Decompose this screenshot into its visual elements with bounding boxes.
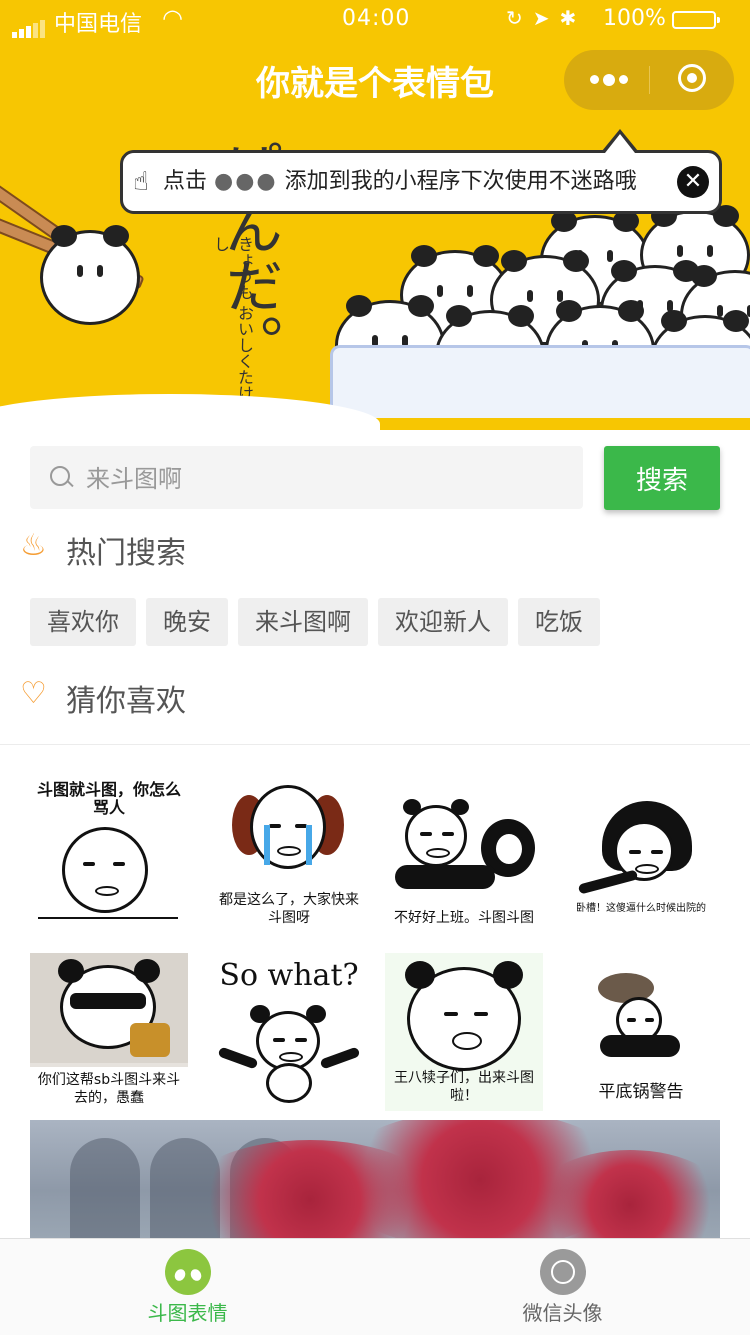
bowl-illustration [330,345,750,418]
tab-label: 微信头像 [522,1301,603,1325]
avatar-face-icon [540,1249,586,1295]
meme-line [38,917,178,919]
tip-prefix: 点击 [163,169,208,194]
hot-tag[interactable]: 吃饭 [518,598,600,646]
panda-arm [217,1046,259,1070]
wifi-icon: ◠ [162,4,183,32]
meme-item[interactable]: 不好好上班。斗图斗图 [385,775,543,933]
panda-arms [395,865,495,889]
meme-item[interactable]: 都是这么了，大家快来斗图呀 [210,775,368,933]
panda-ear [493,961,523,989]
panda-ear [451,799,469,815]
status-bar: 中国电信 ◠ 04:00 ↻➤✱ 100% [0,0,750,40]
tooltip-arrow-inner [605,134,635,153]
meme-caption: 平底锅警告 [598,1082,684,1102]
more-menu-icon[interactable] [588,66,632,94]
flame-icon: ♨ [20,528,47,563]
tip-text: 点击 ●●● 添加到我的小程序下次使用不迷路哦 [163,153,637,211]
meme-caption: 你们这帮sb斗图斗来斗去的，愚蠢 [30,1067,188,1111]
meme-caption: 不好好上班。斗图斗图 [394,910,534,926]
panda-body [600,1035,680,1057]
system-icons: ↻➤✱ [506,6,587,30]
arch-shape [70,1138,140,1238]
hot-tag[interactable]: 来斗图啊 [238,598,368,646]
alien-face-icon [165,1249,211,1295]
meme-item-photo[interactable] [30,1120,720,1238]
close-miniprogram-icon[interactable] [678,64,706,92]
miniprogram-capsule [564,50,734,110]
tears [264,825,270,865]
hot-tag[interactable]: 欢迎新人 [378,598,508,646]
meme-face [493,831,525,867]
tip-suffix: 添加到我的小程序下次使用不迷路哦 [284,169,637,194]
meme-item[interactable]: 斗图就斗图，你怎么骂人 [30,775,188,933]
search-button[interactable]: 搜索 [604,446,720,510]
meme-caption: So what? [219,958,359,993]
sunglasses [70,993,146,1009]
search-bar [30,446,583,511]
panda-ear [134,959,160,983]
panda-ear [58,959,84,983]
meme-caption: 都是这么了，大家快来斗图呀 [219,892,359,926]
section-divider [0,744,750,745]
banner-wave [0,394,380,430]
hot-tags: 喜欢你 晚安 来斗图啊 欢迎新人 吃饭 [30,598,610,646]
tab-avatar[interactable]: 微信头像 [375,1239,750,1335]
carrier-name: 中国电信 [54,12,143,37]
capsule-divider [649,66,650,94]
hot-tag[interactable]: 喜欢你 [30,598,136,646]
close-tip-button[interactable]: ✕ [677,166,709,198]
search-icon [50,466,70,486]
panda-ear [306,1005,326,1023]
meme-item[interactable]: 卧槽！这傻逼什么时候出院的 [562,775,720,933]
hand-pointer-icon: ☝ [133,167,149,197]
meme-item[interactable]: So what? [210,953,368,1111]
meme-item[interactable]: 你们这帮sb斗图斗来斗去的，愚蠢 [30,953,188,1111]
tab-bar: 斗图表情 微信头像 [0,1238,750,1335]
tab-doutu[interactable]: 斗图表情 [0,1239,375,1335]
meme-face [62,827,148,913]
panda-ear [405,961,435,989]
panda-body [266,1063,312,1103]
guess-title: 猜你喜欢 [66,684,186,719]
meme-item[interactable]: 王八犊子们，出来斗图啦！ [385,953,543,1111]
tab-label: 斗图表情 [147,1301,228,1325]
meme-caption: 卧槽！这傻逼什么时候出院的 [576,903,706,914]
add-to-miniprogram-tip: ☝ 点击 ●●● 添加到我的小程序下次使用不迷路哦 ✕ [120,150,722,214]
meme-caption: 王八犊子们，出来斗图啦！ [394,1070,534,1104]
snack-bag [130,1023,170,1057]
pointing-arm [577,869,639,895]
battery-percent: 100% [603,6,666,31]
status-time: 04:00 [342,6,411,31]
tip-dots: ●●● [214,169,278,194]
panda-arm [319,1046,361,1070]
tears [306,825,312,865]
hot-tag[interactable]: 晚安 [146,598,228,646]
panda-ear [250,1005,270,1023]
meme-face [250,785,326,869]
panda-ear [403,799,421,815]
search-input[interactable] [84,446,568,511]
signal-icon [12,13,47,38]
panda-illustration [40,225,140,325]
battery-icon [672,11,720,29]
meme-caption: 斗图就斗图，你怎么骂人 [36,780,181,817]
meme-item[interactable]: 平底锅警告 [562,953,720,1111]
hot-search-title: 热门搜索 [66,536,186,571]
heart-icon: ♡ [20,676,47,711]
